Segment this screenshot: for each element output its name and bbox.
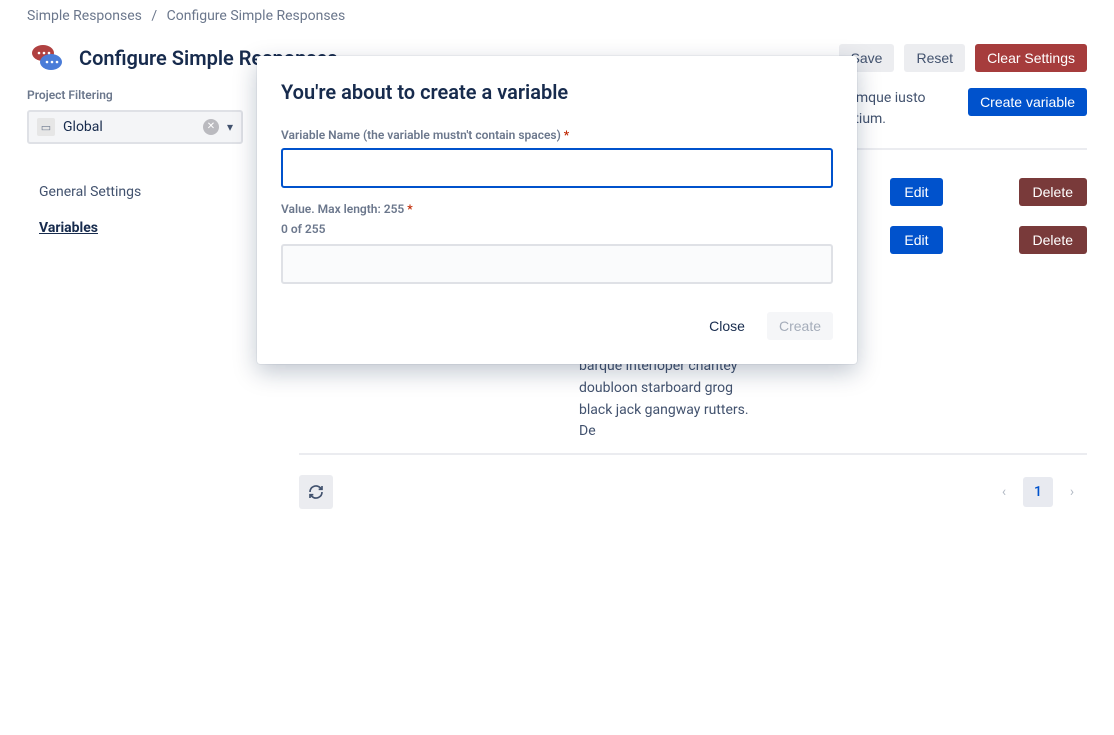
modal-title: You're about to create a variable	[281, 80, 833, 104]
variable-value-input[interactable]	[281, 244, 833, 284]
modal-overlay: You're about to create a variable Variab…	[0, 0, 1114, 735]
variable-name-input[interactable]	[281, 148, 833, 188]
close-button[interactable]: Close	[699, 312, 755, 340]
variable-value-label: Value. Max length: 255 *	[281, 202, 833, 216]
create-button[interactable]: Create	[767, 312, 833, 340]
variable-name-label: Variable Name (the variable mustn't cont…	[281, 128, 833, 142]
char-counter: 0 of 255	[281, 222, 833, 236]
create-variable-modal: You're about to create a variable Variab…	[257, 56, 857, 364]
